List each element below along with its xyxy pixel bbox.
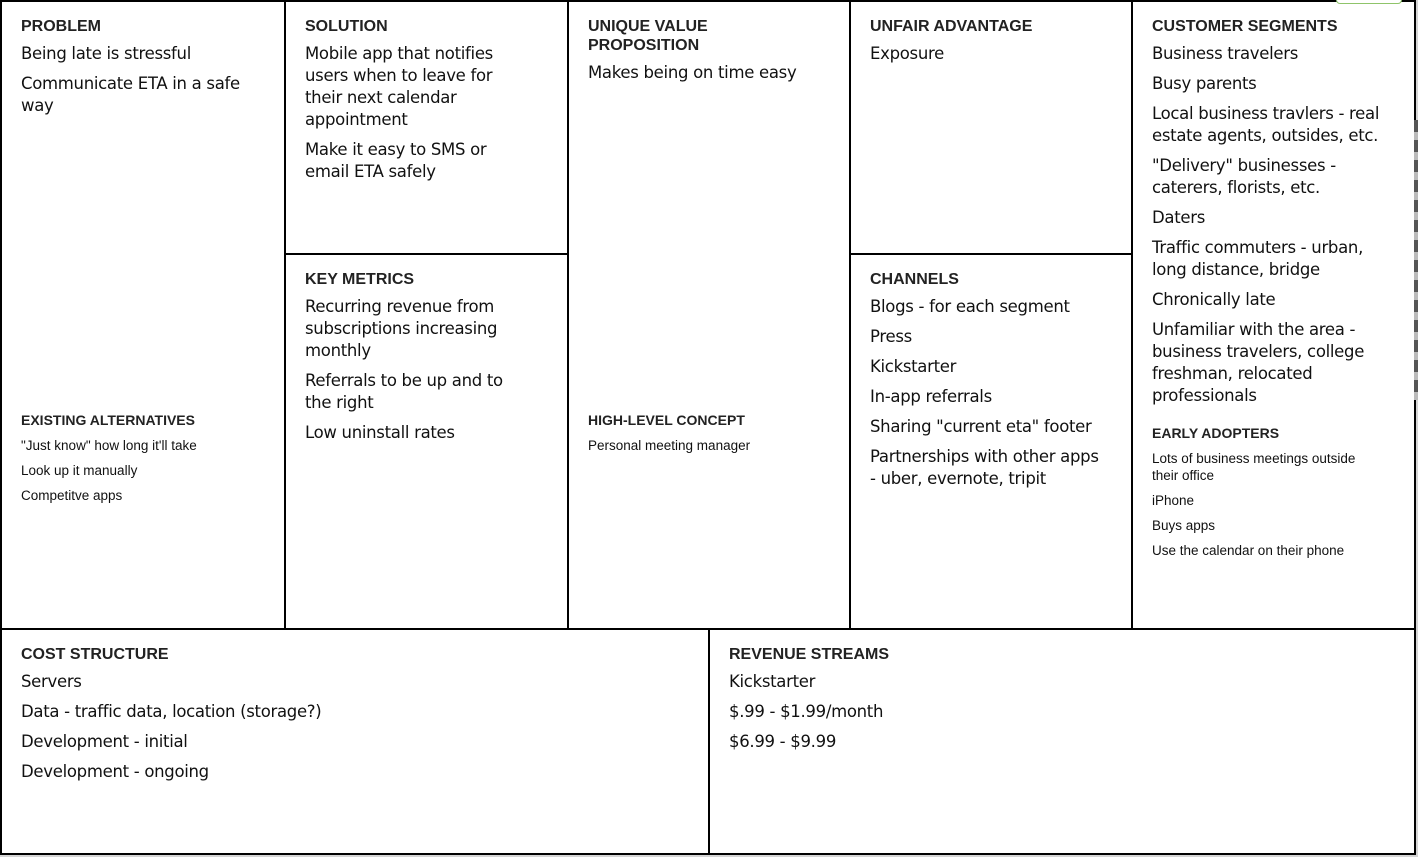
unfair-advantage-item: Exposure xyxy=(870,44,944,63)
key-metrics-box[interactable]: KEY METRICS Recurring revenue from subsc… xyxy=(284,253,570,631)
revenue-item: $.99 - $1.99/month xyxy=(729,702,884,721)
solution-box[interactable]: SOLUTION Mobile app that notifies users … xyxy=(284,0,570,256)
green-tab-indicator xyxy=(1336,0,1402,4)
solution-item: Make it easy to SMS or email ETA safely xyxy=(305,140,487,181)
solution-item: Mobile app that notifies users when to l… xyxy=(305,44,493,129)
unfair-advantage-box[interactable]: UNFAIR ADVANTAGE Exposure xyxy=(849,0,1134,256)
solution-title: SOLUTION xyxy=(305,18,388,35)
high-level-concept-item: Personal meeting manager xyxy=(588,438,751,453)
customer-segment-item: Local business travlers - real estate ag… xyxy=(1152,104,1380,145)
customer-segment-item: Business travelers xyxy=(1152,44,1299,63)
unfair-advantage-title: UNFAIR ADVANTAGE xyxy=(870,18,1033,35)
side-strip xyxy=(1414,120,1418,400)
unique-value-proposition-box[interactable]: UNIQUE VALUE PROPOSITION Makes being on … xyxy=(567,0,852,631)
revenue-item: $6.99 - $9.99 xyxy=(729,732,837,751)
problem-item: Communicate ETA in a safe way xyxy=(21,74,240,115)
customer-segments-box[interactable]: CUSTOMER SEGMENTS Business travelers Bus… xyxy=(1131,0,1416,631)
channels-title: CHANNELS xyxy=(870,271,959,288)
revenue-streams-box[interactable]: REVENUE STREAMS Kickstarter $.99 - $1.99… xyxy=(708,628,1416,855)
cost-item: Development - ongoing xyxy=(21,762,209,781)
cost-item: Servers xyxy=(21,672,82,691)
channel-item: Partnerships with other apps - uber, eve… xyxy=(870,447,1099,488)
channel-item: In-app referrals xyxy=(870,387,992,406)
existing-alternative-item: Competitve apps xyxy=(21,488,123,503)
customer-segment-item: Traffic commuters - urban, long distance… xyxy=(1152,238,1364,279)
uvp-item: Makes being on time easy xyxy=(588,63,797,82)
channels-box[interactable]: CHANNELS Blogs - for each segment Press … xyxy=(849,253,1134,631)
customer-segment-item: Busy parents xyxy=(1152,74,1257,93)
problem-box[interactable]: PROBLEM Being late is stressful Communic… xyxy=(0,0,287,631)
cost-item: Data - traffic data, location (storage?) xyxy=(21,702,322,721)
early-adopter-item: Buys apps xyxy=(1152,518,1216,533)
key-metric-item: Recurring revenue from subscriptions inc… xyxy=(305,297,498,360)
customer-segments-title: CUSTOMER SEGMENTS xyxy=(1152,18,1338,35)
revenue-streams-title: REVENUE STREAMS xyxy=(729,646,890,663)
cost-item: Development - initial xyxy=(21,732,188,751)
customer-segment-item: Chronically late xyxy=(1152,290,1276,309)
key-metric-item: Referrals to be up and to the right xyxy=(305,371,503,412)
problem-item: Being late is stressful xyxy=(21,44,191,63)
customer-segment-item: Daters xyxy=(1152,208,1206,227)
problem-title: PROBLEM xyxy=(21,18,101,35)
high-level-concept-title: HIGH-LEVEL CONCEPT xyxy=(588,412,745,428)
early-adopter-item: iPhone xyxy=(1152,493,1195,508)
cost-structure-box[interactable]: COST STRUCTURE Servers Data - traffic da… xyxy=(0,628,711,855)
early-adopter-item: Lots of business meetings outside their … xyxy=(1152,451,1356,483)
customer-segment-item: Unfamiliar with the area - business trav… xyxy=(1152,320,1365,405)
channel-item: Blogs - for each segment xyxy=(870,297,1070,316)
early-adopters-title: EARLY ADOPTERS xyxy=(1152,425,1280,441)
revenue-item: Kickstarter xyxy=(729,672,816,691)
existing-alternatives-title: EXISTING ALTERNATIVES xyxy=(21,412,195,428)
existing-alternative-item: "Just know" how long it'll take xyxy=(21,438,197,453)
key-metric-item: Low uninstall rates xyxy=(305,423,455,442)
cost-structure-title: COST STRUCTURE xyxy=(21,646,169,663)
lean-canvas: PROBLEM Being late is stressful Communic… xyxy=(0,0,1416,855)
customer-segment-item: "Delivery" businesses - caterers, floris… xyxy=(1152,156,1336,197)
channel-item: Sharing "current eta" footer xyxy=(870,417,1092,436)
uvp-title: UNIQUE VALUE PROPOSITION xyxy=(588,18,708,54)
existing-alternative-item: Look up it manually xyxy=(21,463,138,478)
early-adopter-item: Use the calendar on their phone xyxy=(1152,543,1345,558)
key-metrics-title: KEY METRICS xyxy=(305,271,415,288)
channel-item: Press xyxy=(870,327,912,346)
channel-item: Kickstarter xyxy=(870,357,957,376)
